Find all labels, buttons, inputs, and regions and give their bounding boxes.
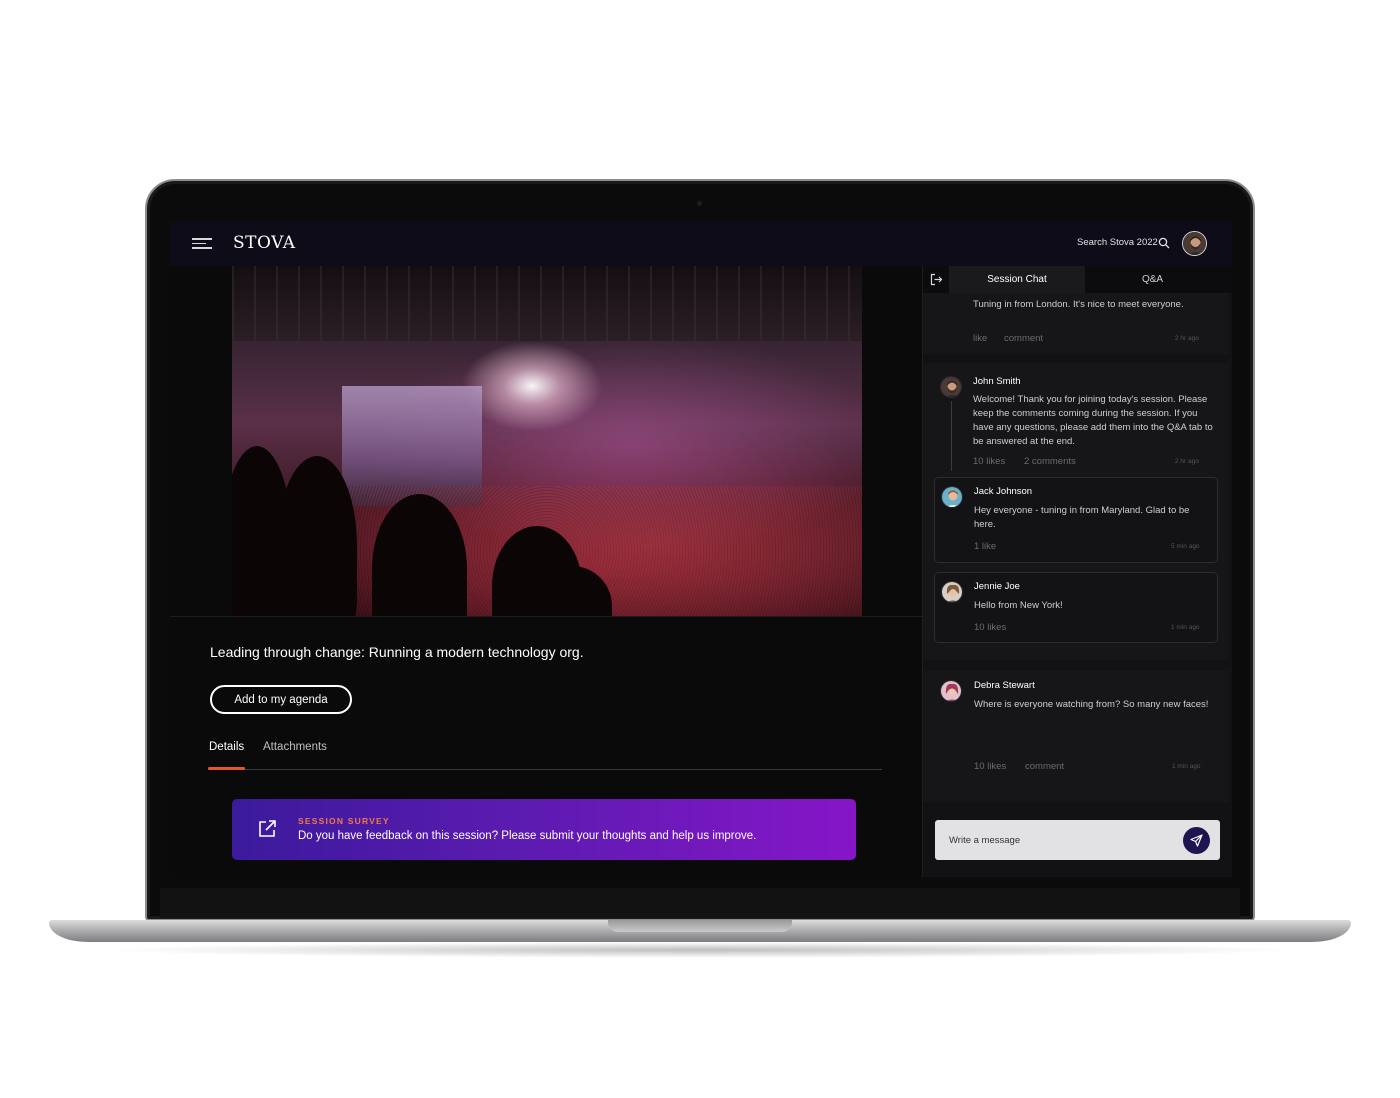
survey-text: Do you have feedback on this session? Pl… — [298, 830, 757, 842]
chat-message: Tuning in from London. It's nice to meet… — [923, 293, 1229, 354]
like-button[interactable]: like — [973, 333, 987, 344]
thread-line — [951, 401, 952, 471]
message-time: 1 min ago — [1171, 624, 1200, 631]
chat-reply: Jack Johnson Hey everyone - tuning in fr… — [934, 477, 1218, 563]
message-time: 1 min ago — [1172, 763, 1201, 770]
laptop-camera — [697, 201, 702, 206]
message-author: Jack Johnson — [974, 486, 1033, 497]
chat-tabs: Session Chat Q&A — [923, 266, 1232, 293]
message-text: Tuning in from London. It's nice to meet… — [973, 299, 1184, 310]
tab-qa[interactable]: Q&A — [1085, 266, 1220, 293]
tab-details[interactable]: Details — [209, 741, 244, 753]
avatar — [941, 486, 963, 508]
avatar — [940, 680, 962, 702]
session-video[interactable] — [232, 266, 862, 616]
message-time: 2 hr ago — [1175, 458, 1199, 465]
comments-count[interactable]: 2 comments — [1024, 456, 1076, 467]
app-header: STOVA Search Stova 2022 — [170, 221, 1232, 266]
message-text: Welcome! Thank you for joining today's s… — [973, 394, 1213, 447]
tab-attachments[interactable]: Attachments — [263, 741, 327, 753]
chat-panel: Session Chat Q&A Tuning in from London. … — [922, 266, 1232, 877]
external-link-icon — [259, 820, 276, 837]
message-time: 2 hr ago — [1175, 335, 1199, 342]
laptop-shadow — [100, 942, 1300, 958]
message-composer — [935, 820, 1220, 860]
laptop-screen: STOVA Search Stova 2022 Leading through — [170, 221, 1232, 877]
likes-count[interactable]: 10 likes — [973, 456, 1005, 467]
tab-session-chat[interactable]: Session Chat — [949, 266, 1085, 293]
avatar — [940, 376, 962, 398]
send-button[interactable] — [1183, 827, 1210, 854]
likes-count[interactable]: 10 likes — [974, 761, 1006, 772]
survey-kicker: SESSION SURVEY — [298, 816, 390, 826]
message-text: Hey everyone - tuning in from Maryland. … — [974, 505, 1190, 530]
session-title: Leading through change: Running a modern… — [210, 644, 584, 660]
comment-button[interactable]: comment — [1025, 761, 1064, 772]
search-icon[interactable] — [1158, 237, 1170, 249]
comment-button[interactable]: comment — [1004, 333, 1043, 344]
exit-icon[interactable] — [930, 273, 943, 286]
message-time: 5 min ago — [1171, 543, 1200, 550]
stova-logo[interactable]: STOVA — [233, 233, 296, 253]
search-label[interactable]: Search Stova 2022 — [1077, 237, 1158, 248]
chat-message: Debra Stewart Where is everyone watching… — [923, 671, 1229, 802]
message-author: John Smith — [973, 376, 1021, 387]
likes-count[interactable]: 10 likes — [974, 622, 1006, 633]
add-to-agenda-button[interactable]: Add to my agenda — [210, 685, 352, 714]
chat-reply: Jennie Joe Hello from New York! 10 likes… — [934, 572, 1218, 643]
session-details: Leading through change: Running a modern… — [170, 616, 922, 877]
chat-thread: John Smith Welcome! Thank you for joinin… — [923, 363, 1229, 660]
session-tabs: Details Attachments — [208, 737, 882, 770]
menu-icon[interactable] — [192, 238, 212, 250]
user-avatar[interactable] — [1182, 231, 1207, 256]
message-input[interactable] — [935, 820, 1175, 860]
send-icon — [1190, 834, 1203, 847]
likes-count[interactable]: 1 like — [974, 541, 996, 552]
message-text: Where is everyone watching from? So many… — [974, 699, 1209, 710]
laptop-notch — [608, 920, 792, 932]
avatar — [941, 581, 963, 603]
video-stage-truss — [232, 266, 862, 341]
laptop-bezel-bottom — [160, 888, 1240, 918]
session-survey-banner[interactable]: SESSION SURVEY Do you have feedback on t… — [232, 799, 856, 860]
message-author: Jennie Joe — [974, 581, 1020, 592]
message-author: Debra Stewart — [974, 680, 1035, 691]
message-text: Hello from New York! — [974, 600, 1063, 611]
active-tab-indicator — [208, 767, 245, 770]
